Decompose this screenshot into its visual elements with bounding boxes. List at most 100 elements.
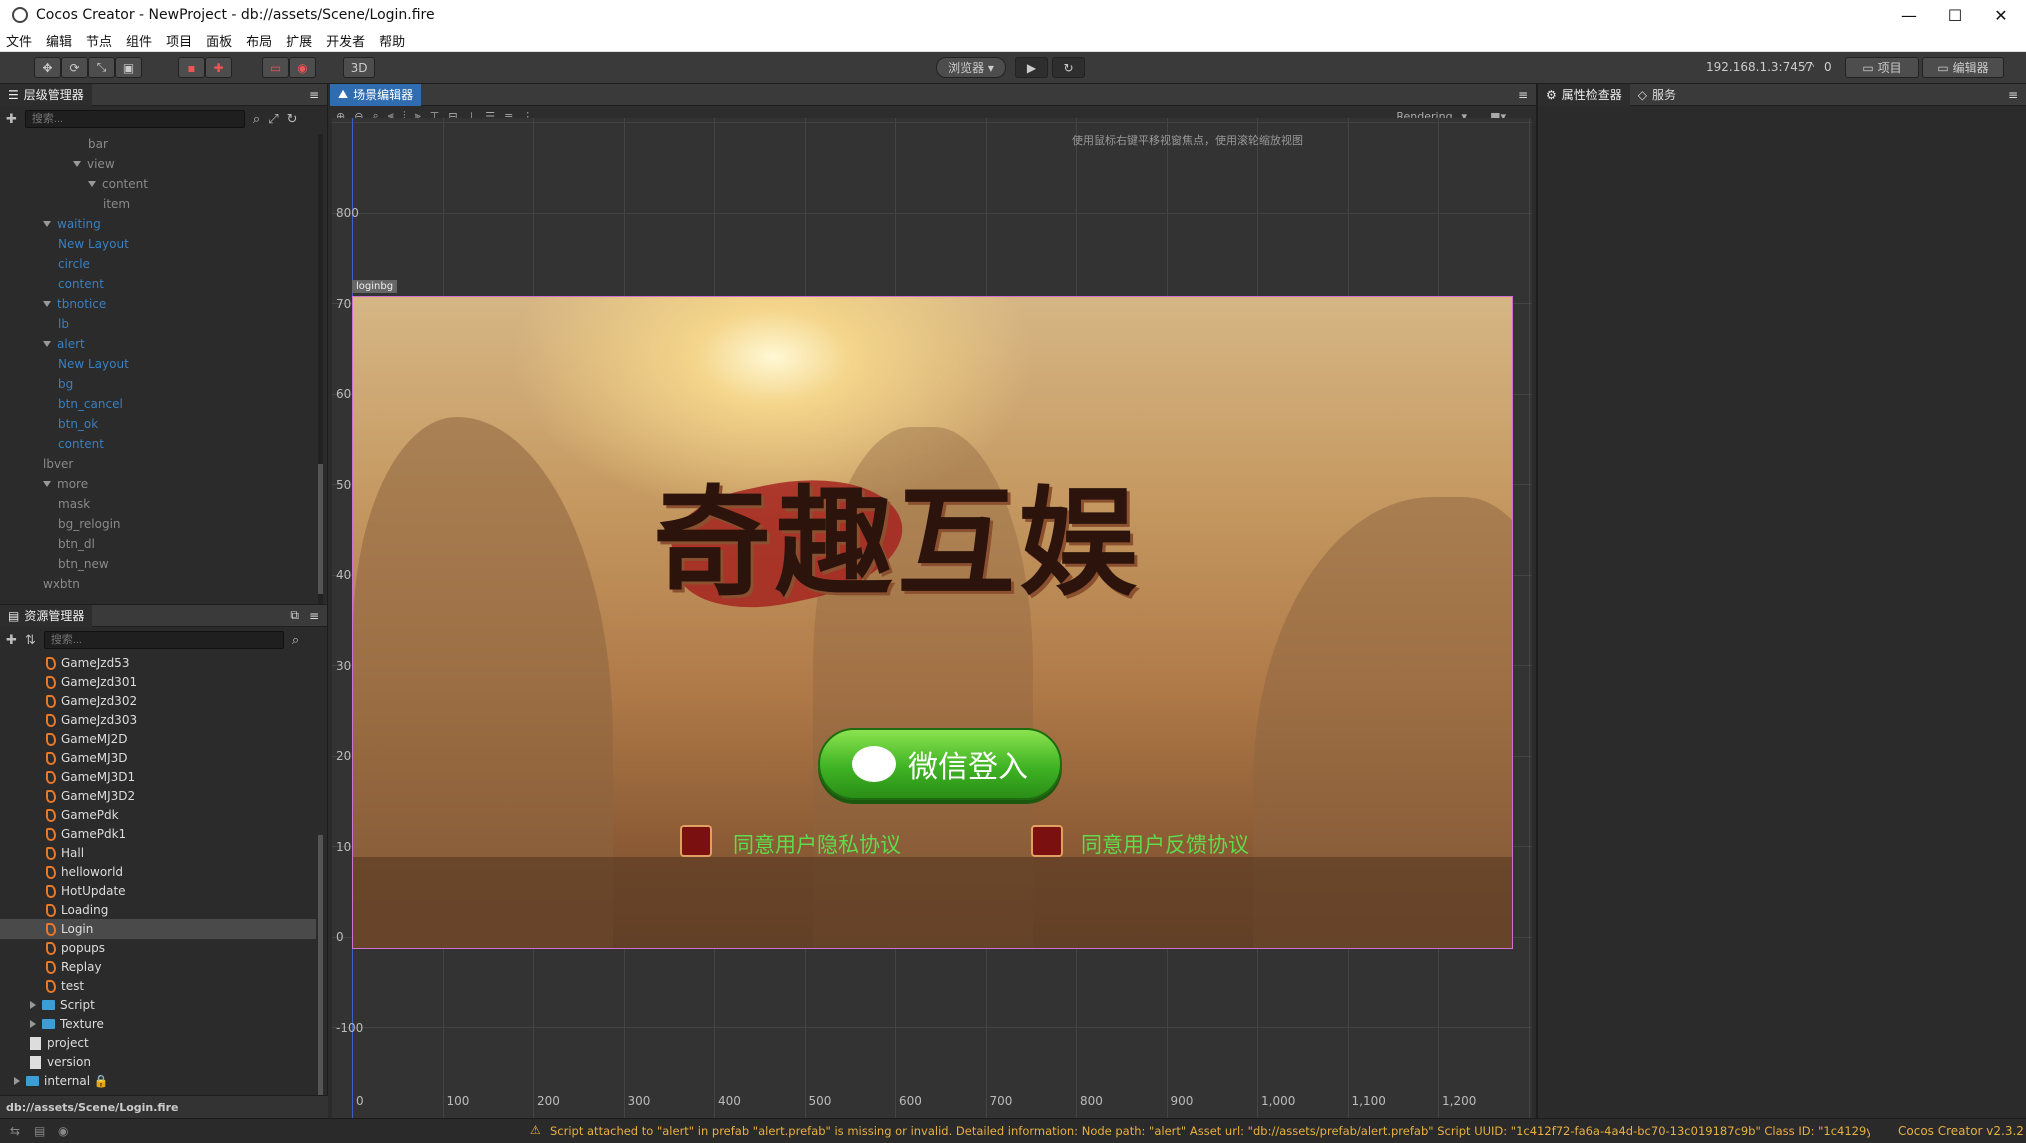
- asset-item[interactable]: GameJzd301: [0, 672, 316, 692]
- open-editor-button[interactable]: ▭ 编辑器: [1922, 57, 2004, 78]
- hierarchy-node[interactable]: circle: [0, 254, 90, 274]
- panel-menu-icon[interactable]: ≡: [309, 88, 319, 102]
- expand-arrow-icon[interactable]: [43, 221, 51, 227]
- hierarchy-node[interactable]: more: [0, 474, 88, 494]
- privacy-checkbox[interactable]: [680, 825, 712, 857]
- hierarchy-node[interactable]: content: [0, 434, 104, 454]
- scene-viewport[interactable]: 800 700 600 500 400 300 200 100 0 -100 0 100 200 300 4…: [332, 118, 1532, 1118]
- rect-tool-button[interactable]: ▣: [115, 57, 142, 78]
- asset-item[interactable]: GameJzd53: [0, 653, 316, 673]
- hierarchy-node[interactable]: btn_dl: [0, 534, 95, 554]
- asset-item[interactable]: GameMJ2D: [0, 729, 316, 749]
- menu-extension[interactable]: 扩展: [286, 31, 312, 50]
- hierarchy-node[interactable]: tbnotice: [0, 294, 106, 314]
- asset-item[interactable]: Replay: [0, 957, 316, 977]
- asset-item[interactable]: Loading: [0, 900, 316, 920]
- assets-search-input[interactable]: [43, 631, 284, 649]
- service-agreement-link[interactable]: 同意用户反馈协议: [1081, 829, 1249, 859]
- menu-developer[interactable]: 开发者: [326, 31, 365, 50]
- menu-project[interactable]: 项目: [166, 31, 192, 50]
- expand-arrow-icon[interactable]: [43, 341, 51, 347]
- hierarchy-node[interactable]: content: [0, 174, 148, 194]
- hierarchy-node[interactable]: bg: [0, 374, 73, 394]
- service-checkbox[interactable]: [1031, 825, 1063, 857]
- expand-arrow-icon[interactable]: [73, 161, 81, 167]
- 3d-toggle-button[interactable]: 3D: [343, 57, 375, 78]
- hierarchy-node[interactable]: lbver: [0, 454, 73, 474]
- hierarchy-node[interactable]: item: [0, 194, 130, 214]
- wechat-login-button[interactable]: 微信登入: [818, 728, 1062, 800]
- menu-layout[interactable]: 布局: [246, 31, 272, 50]
- hierarchy-node[interactable]: bar: [0, 134, 108, 154]
- expand-arrow-icon[interactable]: [14, 1077, 20, 1085]
- hierarchy-search-input[interactable]: [24, 110, 245, 128]
- move-tool-button[interactable]: ✥: [34, 57, 61, 78]
- expand-arrow-icon[interactable]: [43, 481, 51, 487]
- log-icon[interactable]: ▤: [34, 1124, 45, 1138]
- refresh-button[interactable]: ↻: [1052, 57, 1085, 78]
- menu-edit[interactable]: 编辑: [46, 31, 72, 50]
- hierarchy-node[interactable]: wxbtn: [0, 574, 80, 594]
- add-node-icon[interactable]: ✚: [6, 112, 17, 127]
- popout-icon[interactable]: ⧉: [290, 608, 299, 623]
- hierarchy-node[interactable]: New Layout: [0, 234, 129, 254]
- hierarchy-scrollbar[interactable]: [318, 134, 323, 604]
- services-tab[interactable]: ◇ 服务: [1630, 84, 1684, 106]
- hierarchy-node[interactable]: waiting: [0, 214, 101, 234]
- expand-arrow-icon[interactable]: [30, 1020, 36, 1028]
- pivot-button[interactable]: ▪: [178, 57, 205, 78]
- asset-item[interactable]: popups: [0, 938, 316, 958]
- scale-tool-button[interactable]: ⤡: [88, 57, 115, 78]
- hierarchy-node[interactable]: btn_ok: [0, 414, 98, 434]
- asset-item[interactable]: internal 🔒: [0, 1071, 316, 1091]
- menu-node[interactable]: 节点: [86, 31, 112, 50]
- hierarchy-node[interactable]: content: [0, 274, 104, 294]
- asset-item[interactable]: HotUpdate: [0, 881, 316, 901]
- asset-item[interactable]: GameJzd302: [0, 691, 316, 711]
- assets-scrollbar[interactable]: [318, 835, 323, 1095]
- expand-arrow-icon[interactable]: [30, 1001, 36, 1009]
- asset-item[interactable]: GamePdk1: [0, 824, 316, 844]
- close-button[interactable]: ✕: [1978, 0, 2024, 30]
- hierarchy-node[interactable]: bg_relogin: [0, 514, 121, 534]
- search-icon[interactable]: ⌕: [292, 633, 299, 648]
- hierarchy-node[interactable]: mask: [0, 494, 90, 514]
- asset-item[interactable]: GameMJ3D: [0, 748, 316, 768]
- eye-icon[interactable]: ◉: [58, 1124, 68, 1138]
- warning-message[interactable]: Script attached to "alert" in prefab "al…: [550, 1124, 1870, 1138]
- expand-icon[interactable]: ⤢: [268, 112, 278, 127]
- play-button[interactable]: ▶: [1015, 57, 1048, 78]
- menu-help[interactable]: 帮助: [379, 31, 405, 50]
- inspector-tab[interactable]: ⚙ 属性检查器: [1538, 83, 1630, 106]
- menu-file[interactable]: 文件: [6, 31, 32, 50]
- asset-item[interactable]: Login: [0, 919, 316, 939]
- privacy-agreement-link[interactable]: 同意用户隐私协议: [733, 829, 901, 859]
- asset-item[interactable]: Script: [0, 995, 316, 1015]
- search-icon[interactable]: ⌕: [253, 112, 260, 127]
- menu-panel[interactable]: 面板: [206, 31, 232, 50]
- asset-item[interactable]: helloworld: [0, 862, 316, 882]
- asset-item[interactable]: GamePdk: [0, 805, 316, 825]
- console-icon[interactable]: ⇆: [10, 1124, 20, 1138]
- snap-button[interactable]: ▭: [262, 57, 289, 78]
- maximize-button[interactable]: ☐: [1932, 0, 1978, 30]
- game-canvas[interactable]: 奇趣互娱 微信登入 同意用户隐私协议 同意用户反馈协议: [352, 296, 1513, 949]
- asset-item[interactable]: GameMJ3D1: [0, 767, 316, 787]
- expand-arrow-icon[interactable]: [88, 181, 96, 187]
- local-global-button[interactable]: ✚: [205, 57, 232, 78]
- asset-item[interactable]: GameMJ3D2: [0, 786, 316, 806]
- asset-item[interactable]: Hall: [0, 843, 316, 863]
- asset-item[interactable]: GameJzd303: [0, 710, 316, 730]
- assets-tab[interactable]: ▤ 资源管理器: [0, 604, 93, 627]
- hierarchy-node[interactable]: btn_new: [0, 554, 109, 574]
- rotate-tool-button[interactable]: ⟳: [61, 57, 88, 78]
- panel-menu-icon[interactable]: ≡: [2008, 88, 2018, 102]
- browser-select[interactable]: 浏览器 ▾: [936, 57, 1006, 78]
- hierarchy-tab[interactable]: ☰ 层级管理器: [0, 83, 92, 106]
- open-project-button[interactable]: ▭ 项目: [1845, 57, 1919, 78]
- sort-icon[interactable]: ⇅: [25, 633, 36, 648]
- asset-item[interactable]: Texture: [0, 1014, 316, 1034]
- minimize-button[interactable]: —: [1886, 0, 1932, 30]
- hierarchy-node[interactable]: lb: [0, 314, 69, 334]
- panel-menu-icon[interactable]: ≡: [1518, 88, 1528, 102]
